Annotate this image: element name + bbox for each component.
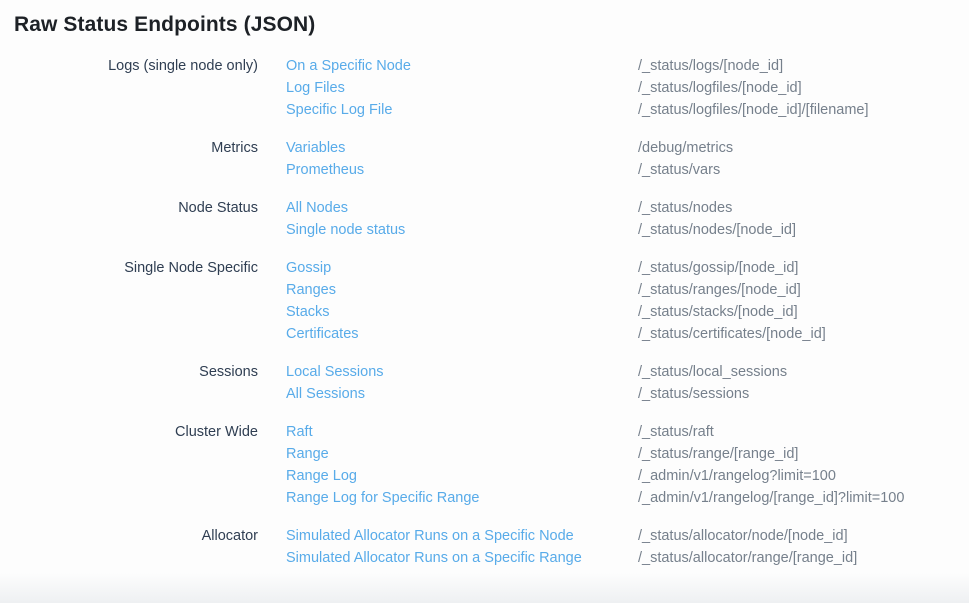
endpoint-path: /_status/vars (638, 159, 969, 181)
section-rows: Raft /_status/raft Range /_status/range/[ra… (286, 421, 969, 509)
endpoint-row: Prometheus /_status/vars (286, 159, 969, 181)
endpoint-link[interactable]: Stacks (286, 301, 610, 323)
category-label: Cluster Wide (0, 421, 258, 509)
endpoint-path: /_admin/v1/rangelog/[range_id]?limit=100 (638, 487, 969, 509)
endpoints-table: Logs (single node only) On a Specific Nod… (0, 55, 969, 569)
endpoint-row: Single node status /_status/nodes/[node_i… (286, 219, 969, 241)
endpoint-path: /_status/raft (638, 421, 969, 443)
endpoint-path: /_admin/v1/rangelog?limit=100 (638, 465, 969, 487)
endpoint-link[interactable]: On a Specific Node (286, 55, 610, 77)
endpoint-link[interactable]: Local Sessions (286, 361, 610, 383)
endpoint-path: /debug/metrics (638, 137, 969, 159)
endpoint-link[interactable]: All Nodes (286, 197, 610, 219)
endpoints-section: MetricsVariables/debug/metricsPrometheus… (0, 137, 969, 181)
endpoint-link[interactable]: Specific Log File (286, 99, 610, 121)
endpoint-link[interactable]: All Sessions (286, 383, 610, 405)
endpoint-link[interactable]: Variables (286, 137, 610, 159)
endpoint-row: Stacks /_status/stacks/[node_id] (286, 301, 969, 323)
endpoint-path: /_status/nodes (638, 197, 969, 219)
endpoint-link[interactable]: Simulated Allocator Runs on a Specific N… (286, 525, 610, 547)
endpoint-path: /_status/stacks/[node_id] (638, 301, 969, 323)
endpoint-row: Variables/debug/metrics (286, 137, 969, 159)
endpoint-path: /_status/allocator/node/[node_id] (638, 525, 969, 547)
endpoint-link[interactable]: Range Log (286, 465, 610, 487)
endpoints-section: Logs (single node only) On a Specific Nod… (0, 55, 969, 121)
endpoints-section: Allocator Simulated Allocator Runs on a S… (0, 525, 969, 569)
endpoint-row: On a Specific Node /_status/logs/[node_id… (286, 55, 969, 77)
endpoint-link[interactable]: Ranges (286, 279, 610, 301)
category-label: Logs (single node only) (0, 55, 258, 121)
endpoint-row: All Nodes /_status/nodes (286, 197, 969, 219)
endpoint-path: /_status/logfiles/[node_id] (638, 77, 969, 99)
endpoint-row: Certificates /_status/certificates/[node_… (286, 323, 969, 345)
endpoint-link[interactable]: Prometheus (286, 159, 610, 181)
bottom-fade (0, 573, 969, 603)
endpoints-section: Node StatusAll Nodes/_status/nodesSingle… (0, 197, 969, 241)
section-rows: Simulated Allocator Runs on a Specific N… (286, 525, 969, 569)
endpoint-path: /_status/logfiles/[node_id]/[filename] (638, 99, 969, 121)
endpoint-row: All Sessions /_status/sessions (286, 383, 969, 405)
endpoint-link[interactable]: Simulated Allocator Runs on a Specific R… (286, 547, 610, 569)
endpoint-row: Range Log for Specific Range /_admin/v1/r… (286, 487, 969, 509)
endpoint-row: Local Sessions /_status/local_sessions (286, 361, 969, 383)
section-rows: Variables/debug/metricsPrometheus/_statu… (286, 137, 969, 181)
endpoint-link[interactable]: Log Files (286, 77, 610, 99)
section-rows: Gossip /_status/gossip/[node_id] Ranges /_s… (286, 257, 969, 345)
page-title: Raw Status Endpoints (JSON) (0, 0, 969, 37)
endpoint-row: Specific Log File /_status/logfiles/[node… (286, 99, 969, 121)
category-label: Allocator (0, 525, 258, 569)
endpoint-path: /_status/sessions (638, 383, 969, 405)
endpoint-path: /_status/ranges/[node_id] (638, 279, 969, 301)
category-label: Single Node Specific (0, 257, 258, 345)
endpoint-path: /_status/certificates/[node_id] (638, 323, 969, 345)
endpoint-link[interactable]: Range Log for Specific Range (286, 487, 610, 509)
endpoints-section: Sessions Local Sessions /_status/local_ses… (0, 361, 969, 405)
endpoint-link[interactable]: Single node status (286, 219, 610, 241)
endpoint-path: /_status/range/[range_id] (638, 443, 969, 465)
section-rows: On a Specific Node /_status/logs/[node_id… (286, 55, 969, 121)
category-label: Sessions (0, 361, 258, 405)
endpoint-row: Simulated Allocator Runs on a Specific N… (286, 525, 969, 547)
endpoint-path: /_status/gossip/[node_id] (638, 257, 969, 279)
section-rows: Local Sessions/_status/local_sessionsAll… (286, 361, 969, 405)
endpoint-path: /_status/allocator/range/[range_id] (638, 547, 969, 569)
endpoint-row: Ranges /_status/ranges/[node_id] (286, 279, 969, 301)
endpoint-row: Log Files /_status/logfiles/[node_id] (286, 77, 969, 99)
endpoint-row: Range Log /_admin/v1/rangelog?limit=100 (286, 465, 969, 487)
endpoint-path: /_status/nodes/[node_id] (638, 219, 969, 241)
endpoints-section: Cluster Wide Raft /_status/raft Range /_stat… (0, 421, 969, 509)
endpoint-link[interactable]: Certificates (286, 323, 610, 345)
category-label: Metrics (0, 137, 258, 181)
endpoint-link[interactable]: Raft (286, 421, 610, 443)
endpoint-row: Raft /_status/raft (286, 421, 969, 443)
endpoint-row: Gossip /_status/gossip/[node_id] (286, 257, 969, 279)
endpoints-section: Single Node Specific Gossip /_status/gossi… (0, 257, 969, 345)
endpoint-link[interactable]: Gossip (286, 257, 610, 279)
endpoint-path: /_status/logs/[node_id] (638, 55, 969, 77)
endpoint-path: /_status/local_sessions (638, 361, 969, 383)
section-rows: All Nodes/_status/nodesSingle node statu… (286, 197, 969, 241)
category-label: Node Status (0, 197, 258, 241)
endpoint-row: Range /_status/range/[range_id] (286, 443, 969, 465)
endpoint-link[interactable]: Range (286, 443, 610, 465)
endpoint-row: Simulated Allocator Runs on a Specific R… (286, 547, 969, 569)
